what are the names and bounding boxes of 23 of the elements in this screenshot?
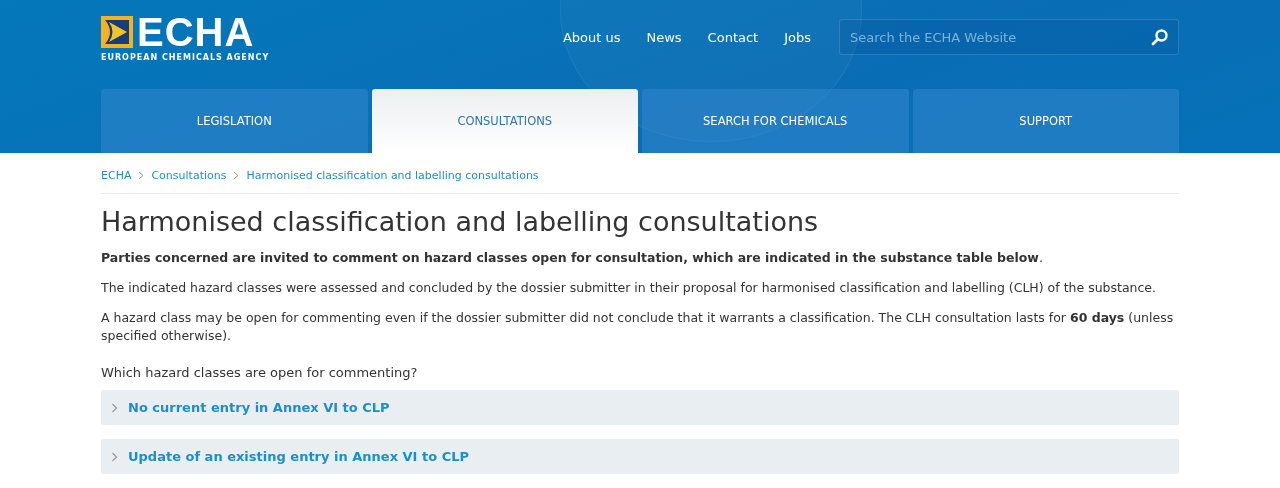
paragraph: The indicated hazard classes were assessed and concluded by the dossier submitter in their proposal for harmonised classification and labelling (CLH) of the substance. <box>101 279 1158 297</box>
paragraph: A hazard class may be open for commenting even if the dossier submitter did not conclude that it warrants a classification. The CLH consultation lasts for 60 days (unless specified otherwise). <box>101 309 1175 345</box>
nav-tab[interactable]: CONSULTATIONS <box>371 89 638 153</box>
accordion-header[interactable]: No current entry in Annex VI to CLP <box>101 390 1179 425</box>
logo-name[interactable]: ECHA <box>137 14 255 50</box>
nav-link[interactable]: News <box>646 30 682 45</box>
question-text: Which hazard classes are open for commenting? <box>101 365 419 380</box>
nav-tab[interactable]: SUPPORT <box>912 89 1179 153</box>
paragraph: Parties concerned are invited to comment on hazard classes open for consultation, which are indicated in the substance table below. <box>101 249 1044 267</box>
nav-tab[interactable]: LEGISLATION <box>101 89 368 153</box>
breadcrumb-link[interactable]: Consultations <box>151 169 227 182</box>
breadcrumb-link[interactable]: Harmonised classification and labelling consultations <box>246 169 539 182</box>
logo-tagline: EUROPEAN CHEMICALS AGENCY <box>101 53 270 62</box>
accordion-header[interactable]: Update of an existing entry in Annex VI to CLP <box>101 439 1179 474</box>
nav-link[interactable]: Contact <box>707 30 759 45</box>
breadcrumb-link[interactable]: ECHA <box>101 169 132 182</box>
nav-tab[interactable]: SEARCH FOR CHEMICALS <box>642 89 909 153</box>
nav-link[interactable]: Jobs <box>784 30 811 45</box>
page-title: Harmonised classification and labelling consultations <box>101 206 820 237</box>
search-icon[interactable] <box>1151 28 1169 46</box>
chevron-icon <box>233 171 240 180</box>
nav-link[interactable]: About us <box>562 30 621 45</box>
chevron-icon <box>138 171 145 180</box>
